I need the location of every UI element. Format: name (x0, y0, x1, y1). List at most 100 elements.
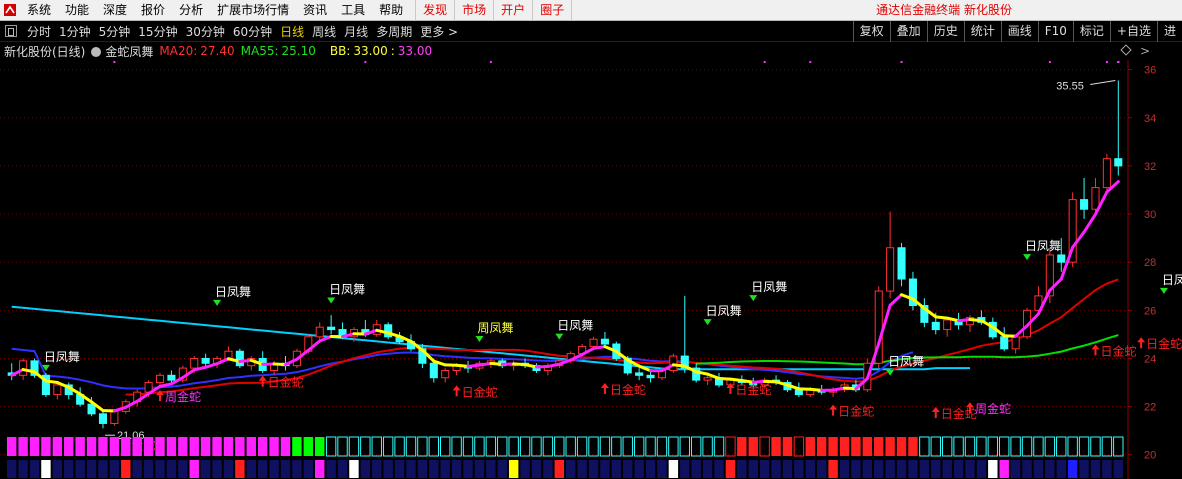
trend-strip-bar (1033, 460, 1044, 478)
top-marker-dot (1048, 61, 1051, 63)
trend-strip-bar (623, 460, 633, 478)
tool-button-4[interactable]: 画线 (1000, 21, 1038, 42)
candle-body (646, 374, 655, 379)
signal-strip-bar (86, 437, 97, 456)
menu-item-7[interactable]: 工具 (334, 0, 372, 21)
tool-button-6[interactable]: 标记 (1072, 21, 1110, 42)
signal-strip-bar (1113, 436, 1124, 457)
signal-strip-bar (451, 436, 462, 457)
period-6[interactable]: 日线 (276, 23, 308, 40)
signal-strip-bar (611, 436, 622, 457)
fast-trend-segment (1082, 212, 1097, 234)
signal-label: 日金蛇 (462, 384, 498, 399)
menu-item-6[interactable]: 资讯 (296, 0, 334, 21)
trend-strip-bar (121, 460, 131, 478)
menu-red-item-0[interactable]: 发现 (415, 0, 456, 21)
signal-strip-bar (1021, 436, 1033, 457)
signal-strip-bar (64, 437, 74, 456)
tool-button-2[interactable]: 历史 (926, 21, 964, 42)
trend-strip-bar (166, 460, 177, 478)
tool-button-7[interactable]: +自选 (1109, 21, 1157, 42)
menu-item-2[interactable]: 深度 (96, 0, 134, 21)
tool-button-3[interactable]: 统计 (963, 21, 1001, 42)
period-4[interactable]: 30分钟 (182, 23, 229, 40)
signal-strip-bar (1033, 436, 1044, 457)
signal-strip-bar (303, 437, 314, 456)
bb-separator: : (390, 44, 395, 58)
stock-name[interactable]: 新化股份(日线) (4, 43, 85, 60)
indicator-name[interactable]: 金蛇凤舞 (105, 43, 153, 60)
trend-strip-bar (440, 460, 450, 478)
menu-red-item-1[interactable]: 市场 (454, 0, 495, 21)
period-1[interactable]: 1分钟 (55, 23, 95, 40)
fast-trend-segment (489, 361, 504, 366)
period-7[interactable]: 周线 (308, 23, 340, 40)
period-2[interactable]: 5分钟 (95, 23, 135, 40)
candle-body (703, 377, 712, 381)
signal-strip-bar (828, 437, 838, 456)
trend-strip-bar (588, 460, 599, 478)
chevron-right-icon[interactable]: > (1140, 42, 1150, 60)
period-8[interactable]: 月线 (340, 23, 372, 40)
signal-strip-bar (269, 437, 279, 456)
signal-strip-bar (622, 436, 633, 457)
signal-strip-bar (531, 436, 542, 457)
menu-item-8[interactable]: 帮助 (372, 0, 410, 21)
trend-strip-bar (634, 460, 644, 478)
signal-label: 日金蛇 (838, 404, 874, 419)
menu-red-item-3[interactable]: 圈子 (532, 0, 573, 21)
trend-strip-bar (98, 460, 108, 478)
trend-strip-bar (64, 460, 74, 478)
period-0[interactable]: 分时 (23, 23, 55, 40)
menu-item-1[interactable]: 功能 (58, 0, 96, 21)
signal-strip-bar (394, 436, 405, 457)
fast-trend-segment (831, 386, 846, 392)
period-3[interactable]: 15分钟 (134, 23, 181, 40)
signal-strip-bar (1078, 436, 1090, 457)
signal-strip-bar (75, 437, 85, 456)
top-marker-dot (1105, 61, 1108, 63)
period-5[interactable]: 60分钟 (229, 23, 276, 40)
signal-strip-bar (223, 437, 234, 456)
app-logo-icon[interactable] (0, 0, 20, 21)
period-9[interactable]: 多周期 (372, 23, 416, 40)
top-marker-dot (489, 61, 492, 63)
trend-strip-bar (1010, 460, 1021, 478)
period-10[interactable]: 更多 > (416, 23, 462, 40)
trend-strip-bar (554, 460, 564, 478)
trend-strip-bar (771, 460, 781, 478)
signal-label: 日凤舞 (1162, 273, 1182, 287)
trend-strip-bar (874, 460, 884, 478)
menu-red-item-2[interactable]: 开户 (493, 0, 534, 21)
signal-strip-bar (999, 436, 1010, 457)
menu-item-4[interactable]: 分析 (172, 0, 210, 21)
tool-button-5[interactable]: F10 (1037, 21, 1073, 42)
menu-item-3[interactable]: 报价 (134, 0, 172, 21)
trend-strip-bar (372, 460, 382, 478)
trend-strip-bar (429, 460, 439, 478)
tool-button-1[interactable]: 叠加 (889, 21, 927, 42)
signal-strip-bar (189, 437, 199, 456)
kline-chart[interactable]: 202224262830323436日凤舞日金蛇周金蛇日凤舞日金蛇日凤舞日金蛇周… (0, 60, 1182, 479)
trend-strip-bar (657, 460, 667, 478)
trend-strip-bar (725, 460, 736, 478)
tool-button-8[interactable]: 进 (1156, 21, 1182, 42)
signal-arrow-down-icon (555, 333, 564, 340)
trend-strip-bar (280, 460, 291, 478)
signal-strip-bar (337, 436, 348, 457)
signal-strip-bar (771, 437, 781, 456)
menu-item-0[interactable]: 系统 (20, 0, 58, 21)
fast-trend-segment (204, 362, 219, 369)
signal-strip-bar (348, 436, 360, 457)
tool-button-0[interactable]: 复权 (852, 21, 890, 42)
trend-strip-bar (200, 460, 211, 478)
candle-body (669, 355, 678, 371)
trend-strip-bar (931, 460, 941, 478)
trend-strip-bar (543, 460, 553, 478)
signal-label: 日凤舞 (706, 304, 742, 318)
indicator-dropdown-icon[interactable] (91, 47, 102, 57)
layout-toggle-icon[interactable] (5, 25, 17, 37)
signal-strip-bar (702, 436, 713, 457)
trend-strip-bar (269, 460, 279, 478)
menu-item-5[interactable]: 扩展市场行情 (210, 0, 296, 21)
